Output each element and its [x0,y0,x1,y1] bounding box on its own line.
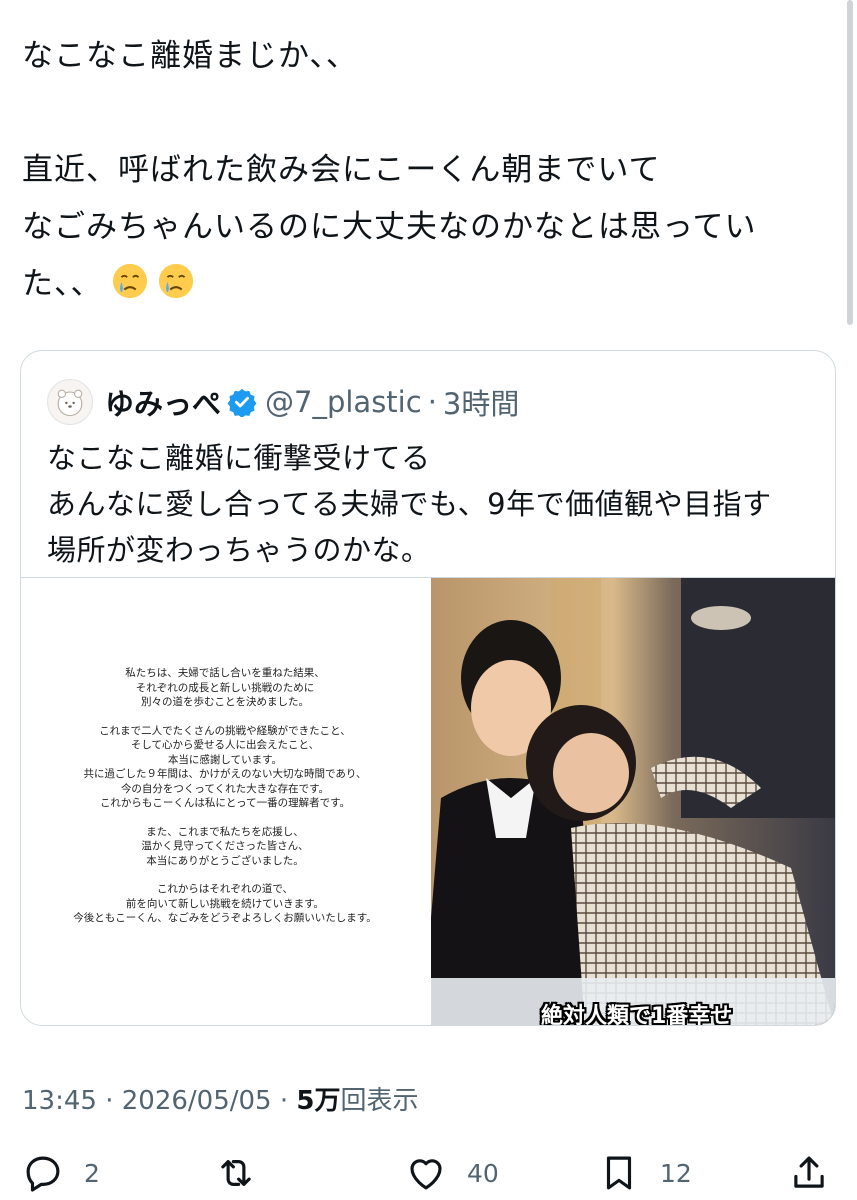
photo-image [431,578,835,1025]
statement-line: それぞれの成長と新しい挑戦のために [135,681,315,694]
statement-line: 私たちは、夫婦で話し合いを重ねた結果、 [125,667,325,680]
reply-icon [26,1156,60,1192]
like-count: 40 [467,1158,499,1188]
share-button[interactable] [788,1148,830,1198]
statement-line: 本当にありがとうございました。 [146,854,304,867]
action-bar: 2 40 12 [0,1148,857,1198]
statement-gap [73,710,376,724]
tweet-line: 直近、呼ばれた飲み会にこーくん朝までいて [22,152,661,188]
heart-icon [410,1159,442,1190]
quoted-tweet-text: なこなこ離婚に衝撃受けてる あんなに愛し合ってる夫婦でも、9年で価値観や目指す … [47,435,817,573]
quoted-media: 私たちは、夫婦で話し合いを重ねた結果、 それぞれの成長と新しい挑戦のために 別々の道… [21,577,835,1026]
repost-button[interactable] [215,1148,277,1198]
statement-line: 前を向いて新しい挑戦を続けていきます。 [125,897,325,910]
statement-line: 本当に感謝しています。 [167,753,283,766]
statement-gap [73,868,376,882]
quoted-author-name[interactable]: ゆみっぺ [105,381,221,423]
quoted-author-handle[interactable]: @7_plastic [265,385,422,419]
reply-count: 2 [84,1158,100,1188]
statement-line: これからはそれぞれの道で、 [156,883,294,896]
bookmark-count: 12 [660,1158,692,1188]
quoted-tweet-header: ゆみっぺ @7_plastic · 3時間 [47,377,519,427]
statement-line: 温かく見守ってくださった皆さん、 [141,840,309,853]
quoted-tweet-time[interactable]: 3時間 [443,381,519,423]
statement-line: 今の自分をつくってくれた大きな存在です。 [120,782,330,795]
crying-face-emoji-icon [111,262,149,300]
bookmark-icon [606,1156,632,1190]
separator-dot: · [279,1086,289,1116]
separator-dot: · [105,1086,114,1116]
statement-line: 別々の道を歩むことを決めました。 [140,696,309,709]
views-count: 5万 [296,1086,341,1116]
statement-gap [73,811,376,825]
tweet-line: なごみちゃんいるのに大丈夫なのかなとは思っていた、、 [22,209,757,302]
crying-face-emoji-icon [157,262,195,300]
tweet-line: なこなこ離婚まじか、、 [22,38,358,74]
repost-icon [221,1160,251,1186]
tweet-text: なこなこ離婚まじか、、 直近、呼ばれた飲み会にこーくん朝までいて なごみちゃんい… [22,28,832,313]
bookmark-button[interactable]: 12 [598,1148,692,1198]
quoted-line: あんなに愛し合ってる夫婦でも、9年で価値観や目指す [47,487,772,521]
statement-line: そして心から愛せる人に出会えたこと、 [130,739,320,752]
separator-dot: · [427,385,437,419]
views-label: 回表示 [340,1086,419,1116]
couple-photo[interactable]: 絶対人類で1番幸せ [431,578,835,1026]
statement-line: また、これまで私たちを応援し、 [146,825,304,838]
quoted-line: 場所が変わっちゃうのかな。 [47,533,431,567]
statement-image[interactable]: 私たちは、夫婦で話し合いを重ねた結果、 それぞれの成長と新しい挑戦のために 別々の道… [21,578,431,1025]
statement-text: 私たちは、夫婦で話し合いを重ねた結果、 それぞれの成長と新しい挑戦のために 別々の道… [73,666,376,926]
photo-caption: 絶対人類で1番幸せ [541,1004,733,1026]
statement-line: これからもこーくんは私にとって一番の理解者です。 [99,797,351,810]
tweet-metadata: 13:45 · 2026/05/05 · 5万回表示 [22,1080,419,1117]
statement-line: 共に過ごした９年間は、かけがえのない大切な時間であり、 [83,768,367,781]
quoted-tweet-card[interactable]: ゆみっぺ @7_plastic · 3時間 なこなこ離婚に衝撃受けてる あんなに… [20,350,836,1026]
scrollbar-thumb[interactable] [847,0,853,325]
like-button[interactable]: 40 [405,1148,499,1198]
verified-badge-icon [227,388,257,417]
tweet-date[interactable]: 2026/05/05 [122,1086,272,1116]
share-icon [794,1156,824,1188]
statement-line: 今後ともこーくん、なごみをどうぞよろしくお願いいたします。 [73,912,377,925]
statement-line: これまで二人でたくさんの挑戦や経験ができたこと、 [99,724,351,737]
quoted-line: なこなこ離婚に衝撃受けてる [47,441,431,475]
tweet-time[interactable]: 13:45 [22,1086,97,1116]
reply-button[interactable]: 2 [22,1148,100,1198]
avatar[interactable] [47,379,93,425]
